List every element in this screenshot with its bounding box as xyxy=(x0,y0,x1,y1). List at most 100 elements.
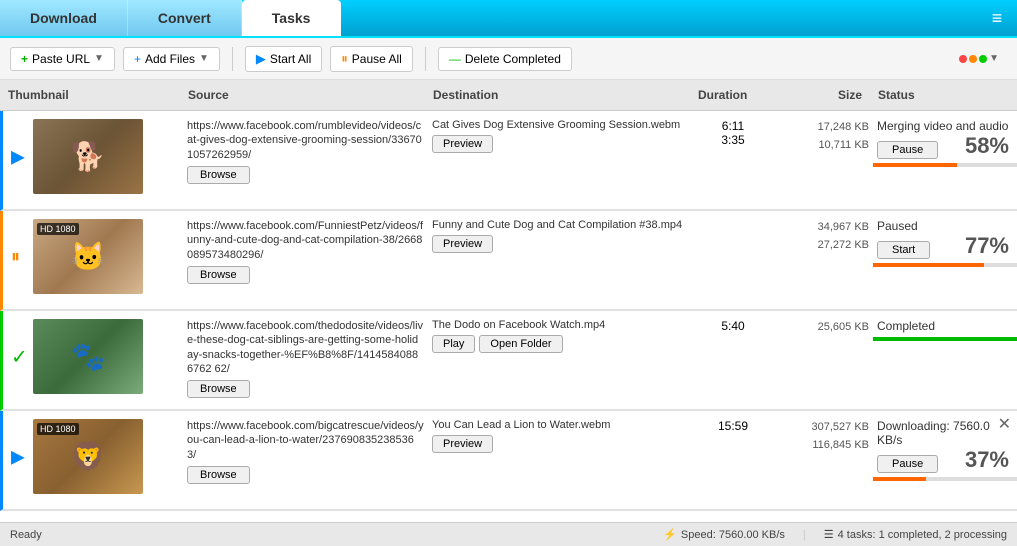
task-dest-file-2: Funny and Cute Dog and Cat Compilation #… xyxy=(432,219,689,231)
task-status-text-3: Completed xyxy=(877,319,935,333)
pause-all-button[interactable]: ⏸ Pause All xyxy=(330,46,413,72)
task-duration-cell-4: 15:59 xyxy=(693,411,773,441)
task-browse-button-2[interactable]: Browse xyxy=(187,266,250,284)
task-percent-4: 37% xyxy=(965,447,1009,473)
task-size-cell-2: 34,967 KB 27,272 KB xyxy=(773,211,873,262)
task-status-text-1: Merging video and audio xyxy=(877,119,1008,133)
more-options-button[interactable]: ▼ xyxy=(951,49,1007,68)
task-dest-file-1: Cat Gives Dog Extensive Grooming Session… xyxy=(432,119,689,131)
task-duration-cell-1: 6:11 3:35 xyxy=(693,111,773,155)
status-separator: | xyxy=(803,529,806,541)
tasks-list: ▶ 🐕 https://www.facebook.com/rumblevideo… xyxy=(0,111,1017,522)
delete-completed-button[interactable]: — Delete Completed xyxy=(438,47,572,71)
task-thumbnail-cell-4: ▶ HD 1080 🦁 xyxy=(3,411,183,502)
tab-download[interactable]: Download xyxy=(0,0,128,36)
col-header-thumbnail: Thumbnail xyxy=(0,84,180,106)
dot-orange xyxy=(969,55,977,63)
task-duration-cell-2 xyxy=(693,211,773,227)
task-dest-cell-1: Cat Gives Dog Extensive Grooming Session… xyxy=(428,111,693,161)
plus-icon: + xyxy=(21,52,28,66)
dot-green xyxy=(979,55,987,63)
paste-url-button[interactable]: + Paste URL ▼ xyxy=(10,47,115,71)
task-dest-actions-3: Play Open Folder xyxy=(432,335,689,353)
tasks-list-icon: ☰ xyxy=(824,528,834,541)
task-size2-2: 27,272 KB xyxy=(777,237,869,255)
task-pause-button-1[interactable]: Pause xyxy=(877,141,938,159)
task-source-url-1: https://www.facebook.com/rumblevideo/vid… xyxy=(187,119,424,162)
tab-tasks[interactable]: Tasks xyxy=(242,0,342,36)
tab-spacer xyxy=(341,0,977,36)
task-thumb-badge-2: HD 1080 xyxy=(37,223,79,235)
hamburger-menu-button[interactable]: ≡ xyxy=(977,0,1017,36)
task-thumbnail-2: HD 1080 🐱 xyxy=(33,219,143,294)
task-dest-actions-2: Preview xyxy=(432,235,689,253)
play-icon: ▶ xyxy=(256,51,266,67)
task-preview-button-4[interactable]: Preview xyxy=(432,435,493,453)
col-header-duration: Duration xyxy=(690,84,770,106)
task-size1-1: 17,248 KB xyxy=(777,119,869,137)
status-bar: Ready ⚡ Speed: 7560.00 KB/s | ☰ 4 tasks:… xyxy=(0,522,1017,546)
task-size1-4: 307,527 KB xyxy=(777,419,869,437)
task-progress-bar-2 xyxy=(873,263,984,267)
col-header-source: Source xyxy=(180,84,425,106)
task-pause-button-4[interactable]: Pause xyxy=(877,455,938,473)
task-status-cell-3: Completed xyxy=(873,311,1017,341)
thumb-visual-1: 🐕 xyxy=(33,119,143,194)
task-dest-cell-2: Funny and Cute Dog and Cat Compilation #… xyxy=(428,211,693,261)
task-duration1-3: 5:40 xyxy=(697,319,769,333)
task-row: ✓ 🐾 https://www.facebook.com/thedodosite… xyxy=(0,311,1017,411)
task-browse-button-1[interactable]: Browse xyxy=(187,166,250,184)
task-size-cell-4: 307,527 KB 116,845 KB xyxy=(773,411,873,462)
task-duration1-4: 15:59 xyxy=(697,419,769,433)
task-row: ▶ HD 1080 🦁 https://www.facebook.com/big… xyxy=(0,411,1017,511)
task-size1-2: 34,967 KB xyxy=(777,219,869,237)
toolbar-separator-2 xyxy=(425,47,426,71)
add-files-label: Add Files xyxy=(145,52,195,66)
pause-icon: ⏸ xyxy=(341,51,348,67)
col-header-destination: Destination xyxy=(425,84,690,106)
task-status-icon-3: ✓ xyxy=(11,344,28,369)
dot-red xyxy=(959,55,967,63)
task-close-button-4[interactable]: ✕ xyxy=(998,417,1011,433)
task-row: ⏸ HD 1080 🐱 https://www.facebook.com/Fun… xyxy=(0,211,1017,311)
task-thumbnail-1: 🐕 xyxy=(33,119,143,194)
task-status-cell-4: Downloading: 7560.0 KB/s Pause 37% xyxy=(873,411,1017,481)
task-size1-3: 25,605 KB xyxy=(777,319,869,337)
task-status-text-4: Downloading: 7560.0 KB/s xyxy=(877,419,1013,447)
plus-files-icon: + xyxy=(134,52,141,66)
col-header-status: Status xyxy=(870,84,1017,106)
task-thumb-badge-4: HD 1080 xyxy=(37,423,79,435)
task-duration1-1: 6:11 xyxy=(697,119,769,133)
task-preview-button-1[interactable]: Preview xyxy=(432,135,493,153)
task-play-button-3[interactable]: Play xyxy=(432,335,475,353)
task-status-icon-2: ⏸ xyxy=(11,246,20,267)
task-duration2-1: 3:35 xyxy=(697,133,769,147)
paste-url-dropdown-arrow: ▼ xyxy=(94,53,104,64)
task-progress-bar-4 xyxy=(873,477,926,481)
task-status-cell-1: Merging video and audio Pause 58% xyxy=(873,111,1017,167)
pause-all-label: Pause All xyxy=(352,52,402,66)
task-browse-button-3[interactable]: Browse xyxy=(187,380,250,398)
task-dest-cell-3: The Dodo on Facebook Watch.mp4 Play Open… xyxy=(428,311,693,361)
task-start-button-2[interactable]: Start xyxy=(877,241,930,259)
start-all-button[interactable]: ▶ Start All xyxy=(245,46,322,72)
task-dest-actions-4: Preview xyxy=(432,435,689,453)
task-thumbnail-cell-3: ✓ 🐾 xyxy=(3,311,183,402)
task-status-cell-2: Paused Start 77% xyxy=(873,211,1017,267)
table-header: Thumbnail Source Destination Duration Si… xyxy=(0,80,1017,111)
task-browse-button-4[interactable]: Browse xyxy=(187,466,250,484)
status-tasks-info: ☰ 4 tasks: 1 completed, 2 processing xyxy=(824,528,1007,541)
status-speed-label: Speed: 7560.00 KB/s xyxy=(681,529,785,541)
add-files-dropdown-arrow: ▼ xyxy=(199,53,209,64)
task-preview-button-2[interactable]: Preview xyxy=(432,235,493,253)
tab-convert-label: Convert xyxy=(158,10,211,26)
task-progress-bar-container-1 xyxy=(873,163,1017,167)
start-all-label: Start All xyxy=(270,52,311,66)
task-status-icon-1: ▶ xyxy=(11,146,25,167)
thumb-visual-3: 🐾 xyxy=(33,319,143,394)
task-source-cell-3: https://www.facebook.com/thedodosite/vid… xyxy=(183,311,428,406)
task-open-folder-button-3[interactable]: Open Folder xyxy=(479,335,562,353)
tab-convert[interactable]: Convert xyxy=(128,0,242,36)
task-source-url-3: https://www.facebook.com/thedodosite/vid… xyxy=(187,319,424,376)
add-files-button[interactable]: + Add Files ▼ xyxy=(123,47,220,71)
